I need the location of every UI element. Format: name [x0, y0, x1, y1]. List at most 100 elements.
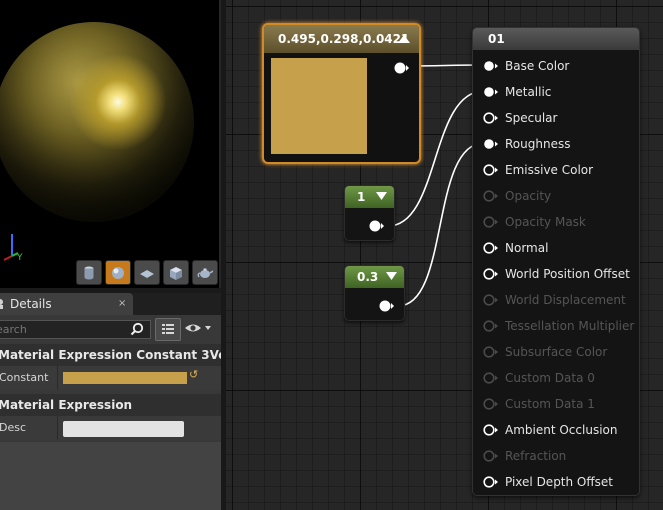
input-pin-row[interactable]: World Displacement	[483, 290, 633, 310]
output-pin-icon[interactable]	[379, 300, 395, 312]
details-search-row	[0, 318, 221, 341]
tab-details[interactable]: Details ×	[0, 293, 133, 315]
node-header[interactable]: 1	[345, 186, 394, 208]
input-pin-icon[interactable]	[483, 372, 499, 384]
node-header[interactable]: 0.495,0.298,0.0421	[264, 25, 419, 53]
preview-sphere	[0, 22, 194, 222]
input-pin-icon[interactable]	[483, 268, 499, 280]
material-result-node[interactable]: 01 Base Color Metallic Specular Roughness Em…	[472, 27, 640, 496]
input-pin-row[interactable]: Specular	[483, 108, 633, 128]
details-tab-label: Details	[10, 297, 52, 311]
input-pin-icon[interactable]	[483, 164, 499, 176]
input-pin-icon[interactable]	[483, 320, 499, 332]
collapse-arrow-icon[interactable]	[376, 192, 387, 201]
search-box	[0, 320, 151, 339]
search-icon[interactable]	[130, 322, 144, 336]
input-pin-row[interactable]: Emissive Color	[483, 160, 633, 180]
input-pin-label: Roughness	[505, 137, 571, 151]
reset-to-default-icon[interactable]: ↺	[189, 368, 198, 381]
node-title: 0.495,0.298,0.0421	[278, 32, 410, 46]
grid-view-icon	[162, 324, 174, 334]
input-pin-label: Emissive Color	[505, 163, 594, 177]
node-header[interactable]: 0.3	[345, 266, 404, 288]
input-pin-row[interactable]: Pixel Depth Offset	[483, 472, 633, 492]
axis-gizmo-icon: Y	[3, 234, 23, 262]
cylinder-preview-button[interactable]	[76, 260, 102, 285]
search-input[interactable]	[0, 321, 126, 338]
input-pin-row[interactable]: Normal	[483, 238, 633, 258]
cylinder-preview-icon	[84, 266, 94, 279]
output-pin-icon[interactable]	[394, 62, 410, 74]
details-panel: Details × Material Expression C	[0, 293, 221, 510]
column-divider[interactable]	[57, 416, 58, 440]
input-pin-row[interactable]: Refraction	[483, 446, 633, 466]
desc-input[interactable]	[63, 421, 184, 437]
node-title: 01	[488, 32, 505, 46]
input-pin-icon[interactable]	[483, 424, 499, 436]
plane-preview-icon	[140, 269, 154, 278]
input-pin-row[interactable]: Roughness	[483, 134, 633, 154]
input-pin-icon[interactable]	[483, 86, 499, 98]
input-pin-label: Tessellation Multiplier	[505, 319, 635, 333]
collapse-arrow-icon[interactable]	[386, 272, 397, 281]
input-pin-icon[interactable]	[483, 398, 499, 410]
constant3vector-node[interactable]: 0.495,0.298,0.0421	[262, 23, 421, 164]
input-pin-label: Opacity	[505, 189, 552, 203]
input-pin-row[interactable]: Opacity	[483, 186, 633, 206]
cube-preview-button[interactable]	[163, 260, 189, 285]
plane-preview-button[interactable]	[134, 260, 160, 285]
sphere-preview-button[interactable]	[105, 260, 131, 285]
color-preview-swatch	[271, 58, 367, 154]
property-row-constant: Constant ↺	[0, 366, 221, 390]
input-pin-row[interactable]: Subsurface Color	[483, 342, 633, 362]
close-tab-icon[interactable]: ×	[118, 293, 126, 315]
category-header-material-expression[interactable]: Material Expression	[0, 394, 221, 416]
input-pin-row[interactable]: Ambient Occlusion	[483, 420, 633, 440]
input-pin-label: Subsurface Color	[505, 345, 608, 359]
input-pin-icon[interactable]	[483, 216, 499, 228]
cube-preview-icon	[170, 266, 182, 280]
input-pin-row[interactable]: Metallic	[483, 82, 633, 102]
column-divider[interactable]	[57, 366, 58, 390]
input-pin-label: World Displacement	[505, 293, 626, 307]
input-pin-icon[interactable]	[483, 138, 499, 150]
input-pin-label: Metallic	[505, 85, 552, 99]
input-pin-label: Ambient Occlusion	[505, 423, 618, 437]
view-options-eye-icon[interactable]	[184, 321, 214, 335]
input-pin-label: Pixel Depth Offset	[505, 475, 613, 489]
input-pin-icon[interactable]	[483, 60, 499, 72]
input-pin-icon[interactable]	[483, 450, 499, 462]
sphere-preview-icon	[112, 266, 124, 279]
details-empty-area	[0, 442, 221, 510]
input-pin-icon[interactable]	[483, 190, 499, 202]
details-tab-icon	[0, 299, 3, 309]
details-tab-bar: Details ×	[0, 293, 221, 315]
input-pin-row[interactable]: World Position Offset	[483, 264, 633, 284]
teapot-preview-button[interactable]	[192, 260, 218, 285]
input-pin-row[interactable]: Custom Data 1	[483, 394, 633, 414]
collapse-arrow-icon[interactable]	[398, 34, 410, 43]
category-header-constant3vector[interactable]: Material Expression Constant 3Vect	[0, 344, 221, 366]
input-pin-row[interactable]: Base Color	[483, 56, 633, 76]
input-pin-row[interactable]: Tessellation Multiplier	[483, 316, 635, 336]
category-title: Material Expression Constant 3Vect	[0, 348, 221, 362]
input-pin-label: Specular	[505, 111, 558, 125]
input-pin-row[interactable]: Opacity Mask	[483, 212, 633, 232]
input-pin-label: Opacity Mask	[505, 215, 586, 229]
input-pin-icon[interactable]	[483, 476, 499, 488]
constant-color-swatch[interactable]	[63, 372, 187, 384]
output-pin-icon[interactable]	[369, 220, 385, 232]
property-matrix-button[interactable]	[155, 318, 181, 341]
node-title: 1	[357, 190, 366, 204]
preview-viewport[interactable]: Y	[0, 0, 219, 288]
node-header[interactable]: 01	[473, 28, 639, 50]
input-pin-icon[interactable]	[483, 294, 499, 306]
input-pin-label: Custom Data 1	[505, 397, 595, 411]
constant-node-1[interactable]: 1	[344, 185, 395, 241]
input-pin-row[interactable]: Custom Data 0	[483, 368, 633, 388]
input-pin-icon[interactable]	[483, 346, 499, 358]
preview-shape-toolbar	[76, 260, 218, 285]
constant-node-0.3[interactable]: 0.3	[344, 265, 405, 321]
input-pin-icon[interactable]	[483, 242, 499, 254]
input-pin-icon[interactable]	[483, 112, 499, 124]
